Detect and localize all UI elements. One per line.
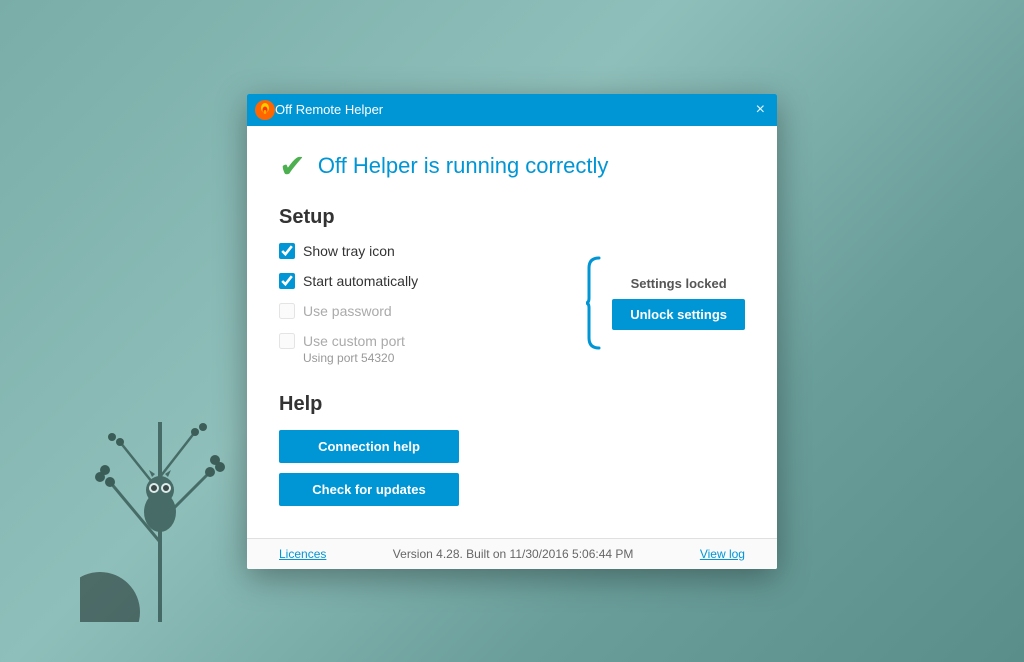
licences-link[interactable]: Licences bbox=[279, 547, 326, 561]
close-button[interactable]: × bbox=[752, 102, 769, 118]
bracket-icon bbox=[584, 253, 604, 353]
lock-info: Settings locked Unlock settings bbox=[612, 253, 745, 353]
use-password-checkbox[interactable] bbox=[279, 303, 295, 319]
check-icon: ✔ bbox=[279, 150, 306, 182]
help-title: Help bbox=[279, 393, 745, 416]
setup-section: Setup Show tray icon Start automatically bbox=[279, 206, 745, 365]
use-custom-port-wrapper: Use custom port bbox=[279, 333, 405, 349]
use-custom-port-checkbox[interactable] bbox=[279, 333, 295, 349]
checkboxes-area: Show tray icon Start automatically Use p… bbox=[279, 243, 560, 365]
help-section: Help Connection help Check for updates bbox=[279, 393, 745, 506]
show-tray-label[interactable]: Show tray icon bbox=[303, 243, 395, 259]
status-text: Off Helper is running correctly bbox=[318, 153, 609, 179]
settings-locked-text: Settings locked bbox=[631, 276, 727, 291]
connection-help-button[interactable]: Connection help bbox=[279, 430, 459, 463]
window-content: ✔ Off Helper is running correctly Setup … bbox=[247, 126, 777, 538]
start-auto-label[interactable]: Start automatically bbox=[303, 273, 418, 289]
unlock-settings-button[interactable]: Unlock settings bbox=[612, 299, 745, 330]
status-header: ✔ Off Helper is running correctly bbox=[279, 150, 745, 182]
view-log-link[interactable]: View log bbox=[700, 547, 745, 561]
show-tray-row: Show tray icon bbox=[279, 243, 560, 259]
use-custom-port-row: Use custom port Using port 54320 bbox=[279, 333, 560, 365]
start-auto-row: Start automatically bbox=[279, 273, 560, 289]
title-bar: Off Remote Helper × bbox=[247, 94, 777, 126]
main-window: Off Remote Helper × ✔ Off Helper is runn… bbox=[247, 94, 777, 569]
version-text: Version 4.28. Built on 11/30/2016 5:06:4… bbox=[393, 547, 634, 561]
lock-area: Settings locked Unlock settings bbox=[584, 243, 745, 361]
bracket-container: Settings locked Unlock settings bbox=[584, 253, 745, 353]
app-icon bbox=[255, 100, 275, 120]
use-password-row: Use password bbox=[279, 303, 560, 319]
start-auto-checkbox[interactable] bbox=[279, 273, 295, 289]
setup-title: Setup bbox=[279, 206, 745, 229]
check-updates-button[interactable]: Check for updates bbox=[279, 473, 459, 506]
footer: Licences Version 4.28. Built on 11/30/20… bbox=[247, 538, 777, 569]
port-note: Using port 54320 bbox=[303, 351, 394, 365]
show-tray-checkbox[interactable] bbox=[279, 243, 295, 259]
window-title: Off Remote Helper bbox=[275, 102, 752, 117]
use-custom-port-label[interactable]: Use custom port bbox=[303, 333, 405, 349]
setup-area: Show tray icon Start automatically Use p… bbox=[279, 243, 745, 365]
use-password-label[interactable]: Use password bbox=[303, 303, 392, 319]
